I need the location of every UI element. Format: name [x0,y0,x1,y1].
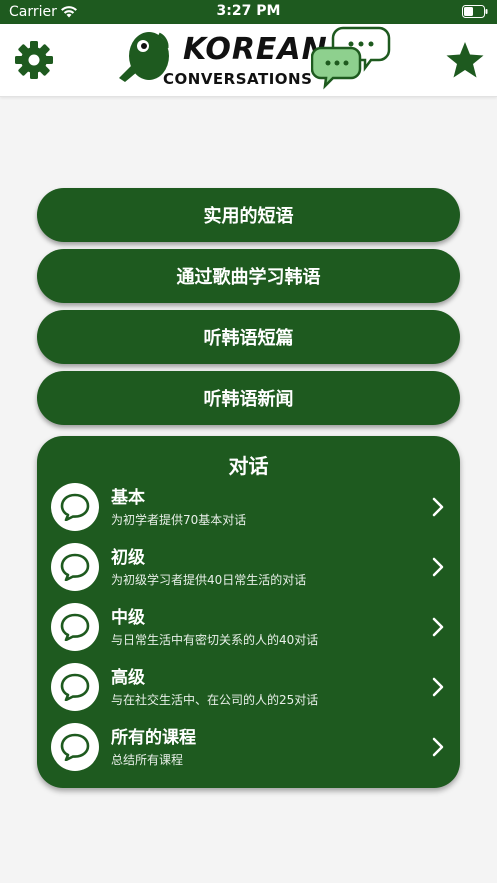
status-bar: Carrier 3:27 PM [0,0,497,24]
chat-bubbles-icon [311,26,391,90]
favorites-button[interactable] [443,38,487,82]
chevron-right-icon [432,737,444,757]
conversations-card: 对话 基本 为初学者提供70基本对话 初级 为初级学习者提供40日常生活的对话 … [37,436,460,788]
chevron-right-icon [432,497,444,517]
item-subtitle: 为初级学习者提供40日常生活的对话 [111,573,307,587]
chevron-right-icon [432,557,444,577]
conversation-item-intermediate[interactable]: 中级 与日常生活中有密切关系的人的40对话 [37,598,460,656]
item-title: 基本 [111,488,145,508]
star-icon [446,42,484,78]
item-subtitle: 总结所有课程 [111,753,184,767]
korean-news-button[interactable]: 听韩语新闻 [37,371,460,425]
conversation-item-advanced[interactable]: 高级 与在社交生活中、在公司的人的25对话 [37,658,460,716]
app-logo: KOREAN CONVERSATIONS [115,26,395,94]
gear-icon [15,41,53,79]
item-title: 所有的课程 [111,728,196,748]
chat-bubble-icon [51,723,99,771]
chevron-right-icon [432,677,444,697]
chat-bubble-icon [51,543,99,591]
conversations-title: 对话 [228,454,269,478]
useful-phrases-button[interactable]: 实用的短语 [37,188,460,242]
learn-by-songs-button[interactable]: 通过歌曲学习韩语 [37,249,460,303]
clock: 3:27 PM [216,3,281,19]
chat-bubble-icon [51,603,99,651]
conversation-item-basic[interactable]: 基本 为初学者提供70基本对话 [37,478,460,536]
conversation-item-beginner[interactable]: 初级 为初级学习者提供40日常生活的对话 [37,538,460,596]
item-title: 中级 [111,608,145,628]
logo-title: KOREAN [183,32,328,67]
conversation-item-all-courses[interactable]: 所有的课程 总结所有课程 [37,718,460,776]
battery-icon [462,5,488,18]
settings-button[interactable] [12,38,56,82]
item-subtitle: 与日常生活中有密切关系的人的40对话 [111,633,319,647]
chat-bubble-icon [51,483,99,531]
item-subtitle: 与在社交生活中、在公司的人的25对话 [111,693,319,707]
item-subtitle: 为初学者提供70基本对话 [111,513,247,527]
item-title: 初级 [111,548,145,568]
short-stories-button[interactable]: 听韩语短篇 [37,310,460,364]
header-bar: KOREAN CONVERSATIONS [0,24,497,97]
chevron-right-icon [432,617,444,637]
item-title: 高级 [111,668,145,688]
chat-bubble-icon [51,663,99,711]
logo-subtitle: CONVERSATIONS [163,70,313,88]
